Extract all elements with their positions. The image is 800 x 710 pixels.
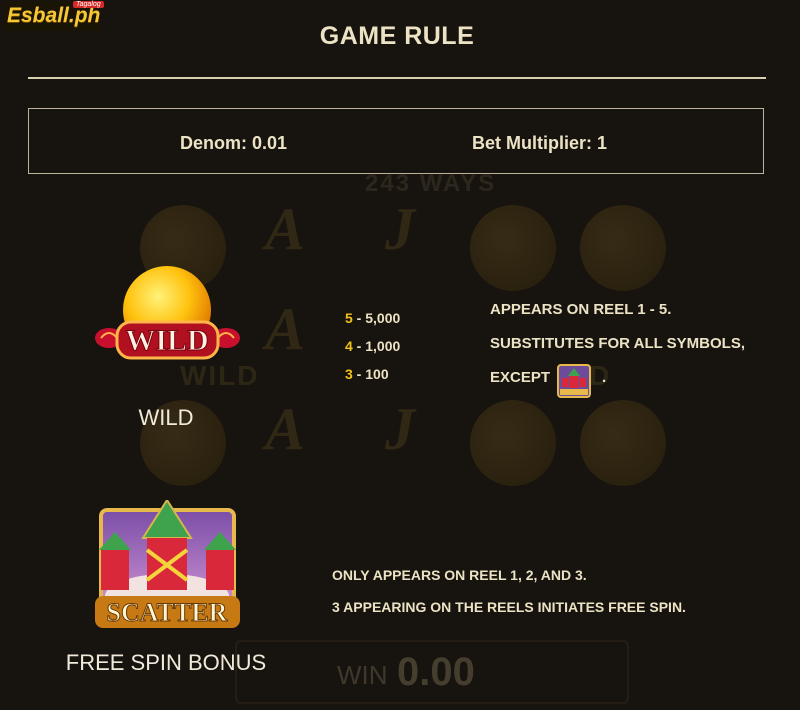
background-j-symbol: J: [385, 396, 415, 462]
payout-value: 5,000: [365, 310, 401, 326]
background-j-symbol: J: [385, 196, 415, 262]
payout-value: 1,000: [365, 338, 401, 354]
payout-count: 5: [345, 310, 353, 326]
scatter-label: FREE SPIN BONUS: [65, 650, 267, 675]
scatter-description-line2: 3 APPEARING ON THE REELS INITIATES FREE …: [332, 599, 686, 615]
wild-payout-4: 4 - 1,000: [345, 338, 401, 354]
bet-info-box: Denom: 0.01 Bet Multiplier: 1: [28, 108, 764, 174]
wild-description-line1: APPEARS ON REEL 1 - 5.: [490, 301, 672, 318]
title-divider: [28, 77, 766, 79]
scatter-mini-icon: [557, 364, 591, 398]
background-a-symbol: A: [265, 296, 306, 362]
payout-count: 3: [345, 366, 353, 382]
background-a-symbol: A: [265, 396, 306, 462]
background-win-panel: WIN 0.00: [235, 640, 629, 704]
background-sun-symbol: [580, 400, 666, 486]
wild-description-line3: EXCEPT: [490, 369, 551, 386]
wild-payout-5: 5 - 5,000: [345, 310, 401, 326]
wild-payout-3: 3 - 100: [345, 366, 389, 382]
page-title: GAME RULE: [319, 22, 475, 50]
background-win-label: WIN: [337, 660, 388, 690]
denom-value: Denom: 0.01: [180, 133, 288, 153]
background-win-value: 0.00: [397, 650, 475, 694]
scatter-description-line1: ONLY APPEARS ON REEL 1, 2, AND 3.: [332, 567, 587, 583]
payout-count: 4: [345, 338, 353, 354]
wild-description-line3-end: .: [602, 369, 607, 386]
scatter-symbol-icon: SCATTER: [95, 500, 240, 628]
background-a-symbol: A: [265, 196, 306, 262]
scatter-symbol-text: SCATTER: [107, 598, 228, 627]
background-sun-symbol: [470, 400, 556, 486]
brand-badge: Tagalog: [73, 1, 104, 8]
wild-description-line2: SUBSTITUTES FOR ALL SYMBOLS,: [490, 335, 746, 352]
background-sun-symbol: [580, 205, 666, 291]
bet-multiplier-value: Bet Multiplier: 1: [472, 133, 608, 153]
wild-symbol-text: WILD: [125, 324, 208, 357]
payout-value: 100: [365, 366, 389, 382]
wild-label: WILD: [138, 405, 194, 430]
background-sun-symbol: [470, 205, 556, 291]
wild-symbol-icon: WILD: [95, 266, 240, 360]
